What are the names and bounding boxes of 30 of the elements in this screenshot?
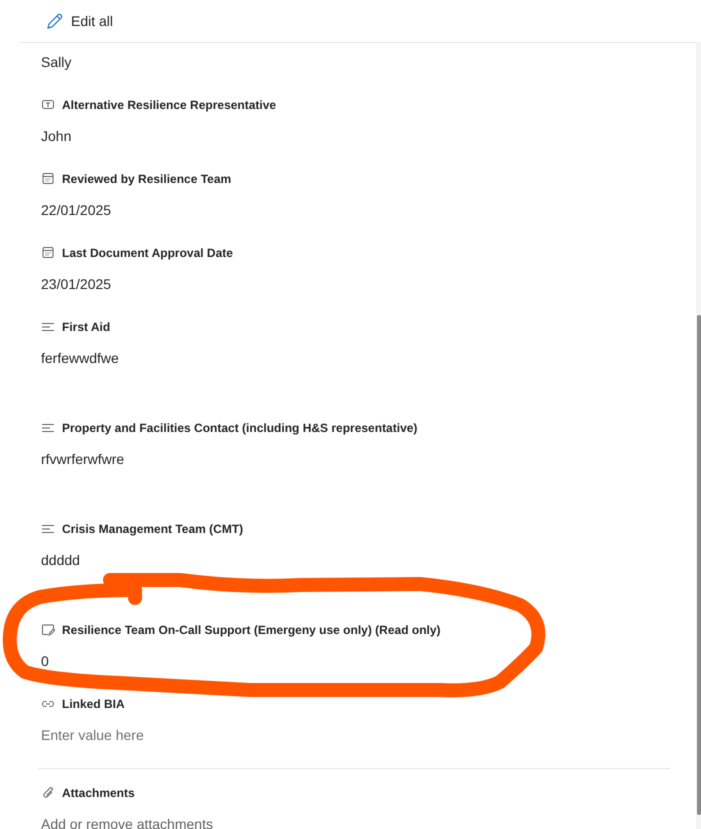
calendar-icon xyxy=(41,172,55,186)
pencil-icon xyxy=(46,12,63,30)
field-label: Attachments xyxy=(62,785,135,802)
field-value: 22/01/2025 xyxy=(41,201,112,220)
field-value: John xyxy=(41,127,72,146)
note-pencil-icon xyxy=(41,623,55,637)
field-label: Crisis Management Team (CMT) xyxy=(62,521,244,538)
scrollbar-thumb[interactable] xyxy=(697,315,701,815)
field-label: Last Document Approval Date xyxy=(62,245,233,262)
field-label: First Aid xyxy=(62,319,110,336)
field-value: rfvwrferwfwre xyxy=(41,450,126,469)
paperclip-icon xyxy=(41,786,55,800)
field-value: ferfewwdfwe xyxy=(41,349,120,368)
field-label: Alternative Resilience Representative xyxy=(62,97,276,114)
lines-icon xyxy=(41,522,55,536)
field-label: Linked BIA xyxy=(62,696,125,713)
field-value: 23/01/2025 xyxy=(41,275,112,294)
field-value: Sally xyxy=(41,53,72,72)
lines-icon xyxy=(41,421,55,435)
add-attachments-link[interactable]: Add or remove attachments xyxy=(41,814,213,829)
text-field-icon xyxy=(41,98,55,112)
edit-all-button[interactable]: Edit all xyxy=(45,8,114,34)
field-label: Property and Facilities Contact (including H&S representative) xyxy=(62,420,418,437)
field-value: 0 xyxy=(41,652,50,671)
calendar-icon xyxy=(41,246,55,260)
field-label: Reviewed by Resilience Team xyxy=(62,171,232,188)
input-field[interactable]: Enter value here xyxy=(41,725,670,745)
field-label: Resilience Team On-Call Support (Emergeny use only) (Read only) xyxy=(62,622,441,639)
lines-icon xyxy=(41,320,55,334)
field-value: ddddd xyxy=(41,551,81,570)
